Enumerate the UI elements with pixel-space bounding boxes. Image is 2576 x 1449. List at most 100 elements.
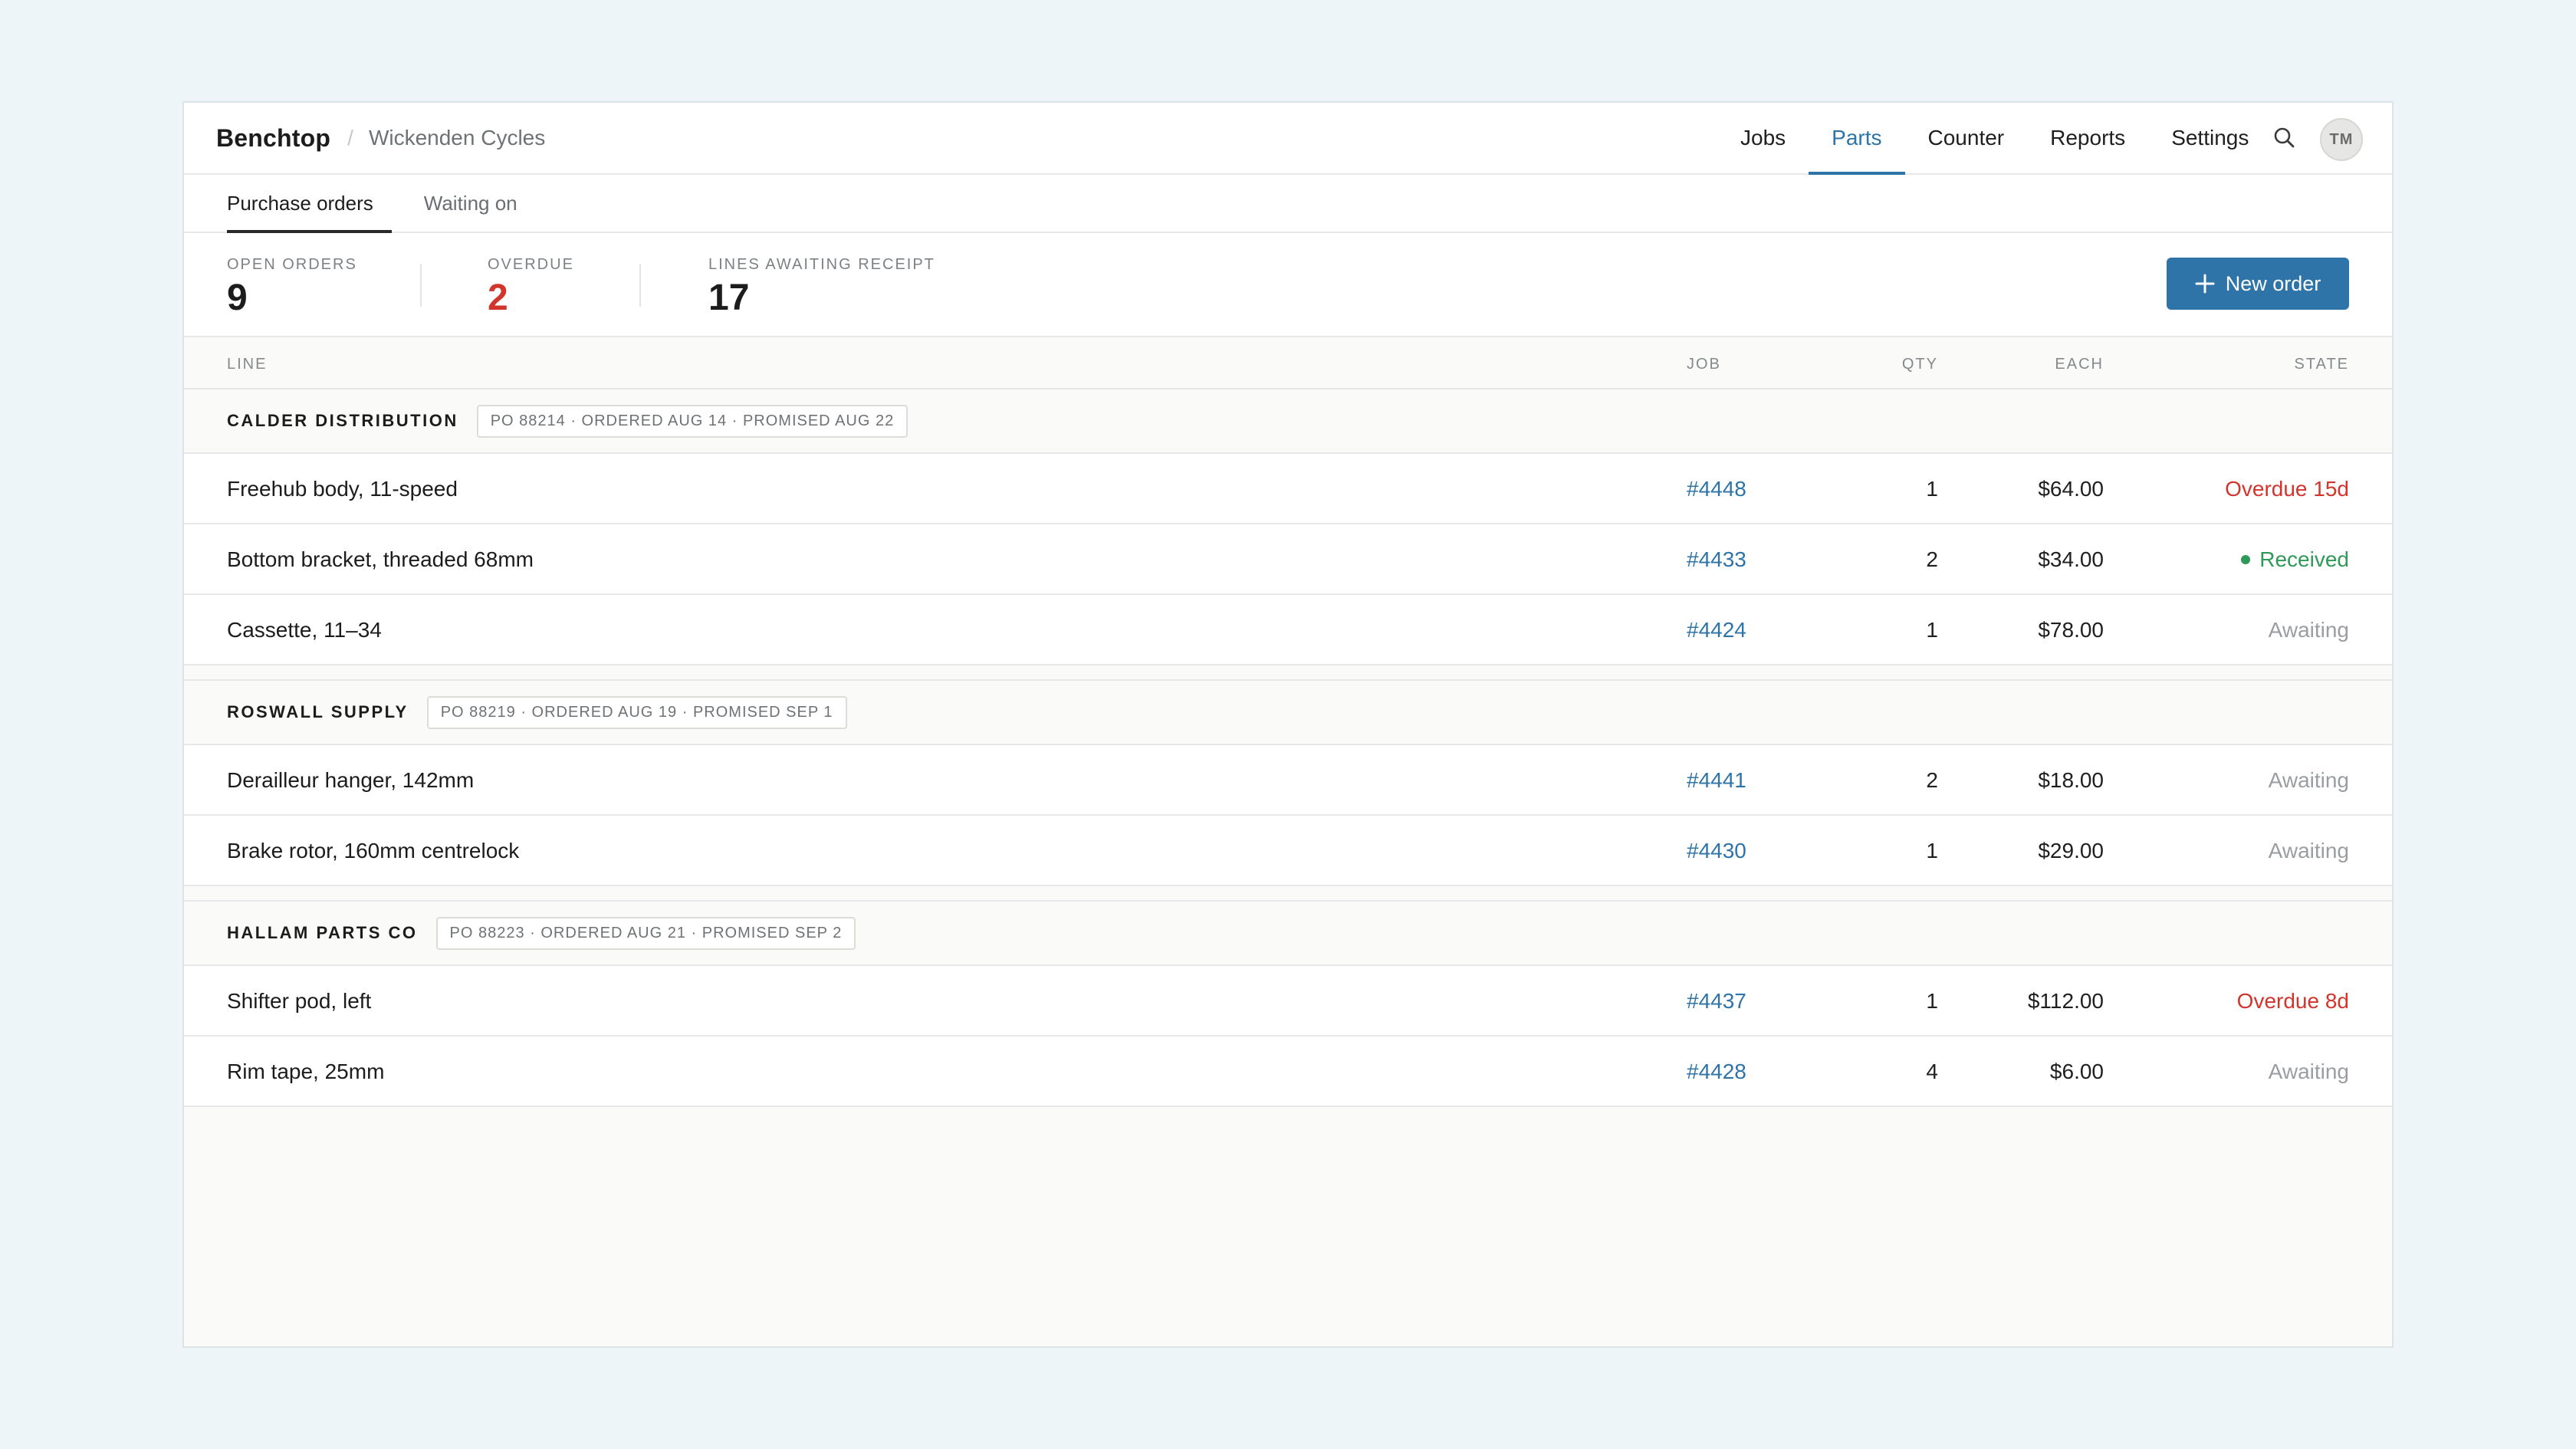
nav-reports[interactable]: Reports	[2027, 103, 2148, 173]
cell-each: $34.00	[2038, 547, 2104, 571]
state-label: Overdue 15d	[2225, 477, 2349, 501]
header-line: LINE	[227, 356, 268, 373]
cell-state: Awaiting	[2269, 839, 2349, 863]
table-header: LINE JOB QTY EACH STATE	[184, 337, 2392, 389]
new-order-label: New order	[2225, 271, 2321, 295]
main-nav: Jobs Parts Counter Reports Settings	[1717, 103, 2272, 175]
cell-each: $29.00	[2038, 839, 2104, 863]
cell-qty: 1	[1926, 839, 1938, 863]
header-job: JOB	[1687, 356, 1721, 373]
header-qty: QTY	[1901, 356, 1938, 373]
vendor-name: CALDER DISTRIBUTION	[227, 411, 458, 430]
cell-job-link[interactable]: #4433	[1687, 547, 1746, 572]
po-chip: PO 88214 · ORDERED AUG 14 · PROMISED AUG…	[476, 404, 909, 438]
table-row[interactable]: Brake rotor, 160mm centrelock #4430 1 $29.0…	[184, 816, 2392, 886]
tab-waiting-on[interactable]: Waiting on	[424, 175, 536, 232]
vendor-group-header: ROSWALL SUPPLY PO 88219 · ORDERED AUG 19 …	[184, 681, 2392, 745]
po-chip: PO 88223 · ORDERED AUG 21 · PROMISED SEP…	[435, 916, 856, 950]
cell-each: $78.00	[2038, 618, 2104, 642]
new-order-button[interactable]: New order	[2167, 258, 2349, 310]
cell-state: Overdue 15d	[2225, 477, 2349, 501]
stat-lines-awaiting: LINES AWAITING RECEIPT 17	[708, 256, 935, 319]
table-row[interactable]: Freehub body, 11-speed #4448 1 $64.00 Overdu…	[184, 454, 2392, 524]
nav-counter[interactable]: Counter	[1905, 103, 2028, 173]
stat-value: 17	[708, 278, 750, 318]
state-label: Awaiting	[2268, 839, 2349, 863]
cell-qty: 4	[1926, 1060, 1938, 1083]
stat-open-orders: OPEN ORDERS 9	[227, 256, 357, 319]
user-avatar[interactable]: TM	[2320, 118, 2363, 161]
nav-parts[interactable]: Parts	[1809, 103, 1905, 175]
group-spacer	[184, 886, 2392, 902]
state-label: Overdue 8d	[2236, 989, 2349, 1013]
table-row[interactable]: Shifter pod, left #4437 1 $112.00 Overdue 8d	[184, 966, 2392, 1037]
state-label: Awaiting	[2268, 768, 2349, 792]
stat-label: OPEN ORDERS	[227, 256, 357, 273]
cell-qty: 2	[1926, 547, 1938, 571]
stat-label: LINES AWAITING RECEIPT	[708, 256, 935, 273]
sub-tabs: Purchase orders Waiting on	[184, 175, 2392, 233]
table-row[interactable]: Bottom bracket, threaded 68mm #4433 2 $34.0…	[184, 524, 2392, 595]
top-bar: Benchtop / Wickenden Cycles Jobs Parts C…	[184, 103, 2392, 175]
table-row[interactable]: Rim tape, 25mm #4428 4 $6.00 Awaiting	[184, 1037, 2392, 1107]
cell-qty: 1	[1926, 989, 1938, 1013]
vendor-name: ROSWALL SUPPLY	[227, 702, 409, 721]
state-label: Received	[2259, 547, 2349, 571]
cell-qty: 1	[1926, 477, 1938, 501]
cell-job-link[interactable]: #4437	[1687, 989, 1746, 1014]
cell-job-link[interactable]: #4428	[1687, 1060, 1746, 1084]
vendor-group-header: CALDER DISTRIBUTION PO 88214 · ORDERED AU…	[184, 389, 2392, 454]
cell-line: Cassette, 11–34	[227, 618, 382, 642]
cell-each: $64.00	[2038, 477, 2104, 501]
state-label: Awaiting	[2268, 618, 2349, 642]
stat-value: 2	[488, 278, 508, 318]
cell-state: Overdue 8d	[2237, 989, 2349, 1014]
stat-overdue: OVERDUE 2	[488, 256, 574, 319]
brand-logo[interactable]: Benchtop	[216, 124, 330, 153]
cell-each: $18.00	[2038, 768, 2104, 792]
cell-qty: 1	[1926, 618, 1938, 642]
cell-line: Shifter pod, left	[227, 989, 372, 1013]
group-spacer	[184, 665, 2392, 681]
search-icon	[2274, 127, 2295, 148]
breadcrumb-separator: /	[347, 126, 353, 150]
state-label: Awaiting	[2268, 1060, 2349, 1083]
cell-state: Awaiting	[2269, 768, 2349, 793]
cell-each: $112.00	[2027, 989, 2104, 1013]
cell-line: Derailleur hanger, 142mm	[227, 768, 475, 792]
nav-settings[interactable]: Settings	[2148, 103, 2272, 173]
stat-label: OVERDUE	[488, 256, 574, 273]
cell-line: Freehub body, 11-speed	[227, 477, 458, 501]
stats-bar: OPEN ORDERS 9 OVERDUE 2 LINES AWAITING R…	[184, 233, 2392, 337]
header-each: EACH	[2055, 356, 2104, 373]
po-chip: PO 88219 · ORDERED AUG 19 · PROMISED SEP…	[426, 695, 847, 729]
stat-value: 9	[227, 278, 248, 318]
nav-jobs[interactable]: Jobs	[1717, 103, 1809, 173]
stat-divider	[639, 264, 641, 307]
table-body: CALDER DISTRIBUTION PO 88214 · ORDERED AU…	[184, 389, 2392, 1107]
table-row[interactable]: Cassette, 11–34 #4424 1 $78.00 Awaiting	[184, 595, 2392, 665]
cell-job-link[interactable]: #4430	[1687, 839, 1746, 863]
cell-line: Bottom bracket, threaded 68mm	[227, 547, 534, 571]
cell-line: Rim tape, 25mm	[227, 1060, 385, 1083]
app-window: Benchtop / Wickenden Cycles Jobs Parts C…	[182, 101, 2394, 1348]
plus-icon	[2195, 274, 2215, 294]
stat-divider	[420, 264, 422, 307]
vendor-name: HALLAM PARTS CO	[227, 923, 418, 942]
cell-job-link[interactable]: #4441	[1687, 768, 1746, 793]
cell-qty: 2	[1926, 768, 1938, 792]
table-row[interactable]: Derailleur hanger, 142mm #4441 2 $18.00 Awai…	[184, 745, 2392, 816]
cell-state: Received	[2241, 547, 2349, 572]
cell-line: Brake rotor, 160mm centrelock	[227, 839, 520, 863]
cell-job-link[interactable]: #4424	[1687, 618, 1746, 642]
cell-job-link[interactable]: #4448	[1687, 477, 1746, 501]
tab-purchase-orders[interactable]: Purchase orders	[227, 175, 392, 233]
cell-state: Awaiting	[2269, 618, 2349, 642]
table-empty-area	[184, 1107, 2392, 1346]
header-state: STATE	[2294, 356, 2349, 373]
search-button[interactable]	[2269, 123, 2300, 153]
cell-state: Awaiting	[2269, 1060, 2349, 1084]
breadcrumb-shop: Wickenden Cycles	[368, 126, 546, 150]
cell-each: $6.00	[2049, 1060, 2104, 1083]
vendor-group-header: HALLAM PARTS CO PO 88223 · ORDERED AUG 21…	[184, 902, 2392, 966]
